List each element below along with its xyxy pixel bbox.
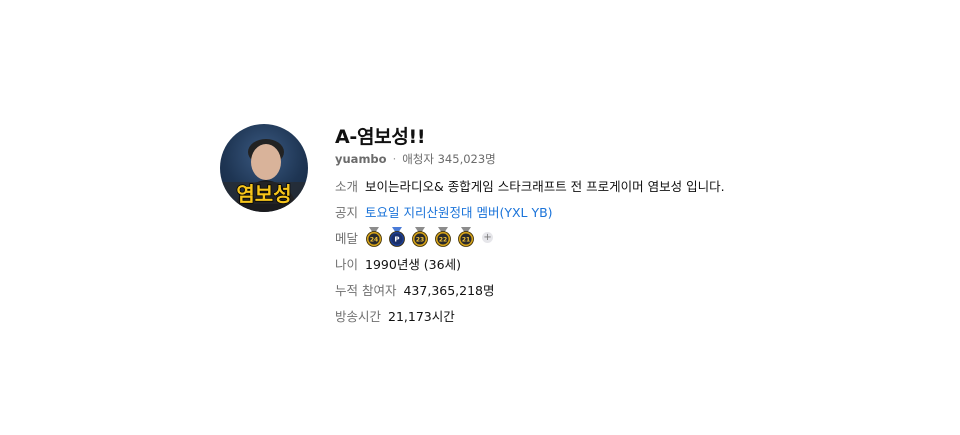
viewers-row: 누적 참여자 437,365,218명: [335, 276, 725, 302]
channel-sub: yuambo · 애청자 345,023명: [335, 151, 725, 167]
fan-count: 애청자 345,023명: [402, 152, 496, 166]
medal-label: 메달: [335, 230, 359, 246]
hours-row: 방송시간 21,173시간: [335, 302, 725, 328]
notice-row: 공지 토요일 지리산원정대 멤버(YXL YB): [335, 198, 725, 224]
age-label: 나이: [335, 256, 359, 272]
intro-row: 소개 보이는라디오& 종합게임 스타크래프트 전 프로게이머 염보성 입니다.: [335, 172, 725, 198]
medal-number: 23: [416, 237, 424, 244]
more-medals-button[interactable]: +: [482, 231, 494, 243]
avatar-text: 염보성: [236, 182, 291, 206]
intro-value: 보이는라디오& 종합게임 스타크래프트 전 프로게이머 염보성 입니다.: [365, 178, 725, 194]
medal-number: 21: [462, 237, 470, 244]
notice-link[interactable]: 토요일 지리산원정대 멤버(YXL YB): [365, 202, 553, 221]
profile-info: A-염보성!! yuambo · 애청자 345,023명 소개 보이는라디오&…: [335, 124, 725, 328]
medal-number: 22: [439, 237, 447, 244]
medal-row: 메달 24 P 23 22 21 +: [335, 224, 725, 250]
separator-dot: ·: [392, 152, 397, 166]
age-value: 1990년생 (36세): [365, 256, 461, 272]
viewers-value: 437,365,218명: [403, 282, 495, 298]
avatar-image: 염보성: [220, 139, 308, 212]
medal-icon[interactable]: 22: [434, 227, 452, 247]
profile-card: 염보성 A-염보성!! yuambo · 애청자 345,023명 소개 보이는…: [220, 124, 725, 328]
medal-icon[interactable]: 24: [365, 227, 383, 247]
profile-details: 소개 보이는라디오& 종합게임 스타크래프트 전 프로게이머 염보성 입니다. …: [335, 172, 725, 328]
avatar[interactable]: 염보성: [220, 124, 308, 212]
medal-list: 24 P 23 22 21 +: [365, 227, 494, 247]
viewers-label: 누적 참여자: [335, 282, 397, 298]
medal-icon[interactable]: P: [388, 227, 406, 247]
age-row: 나이 1990년생 (36세): [335, 250, 725, 276]
notice-label: 공지: [335, 204, 359, 220]
channel-name: A-염보성!!: [335, 126, 426, 148]
hours-value: 21,173시간: [388, 308, 455, 324]
medal-number: P: [394, 236, 399, 244]
medal-number: 24: [370, 237, 378, 244]
medal-icon[interactable]: 21: [457, 227, 475, 247]
intro-label: 소개: [335, 178, 359, 194]
hours-label: 방송시간: [335, 308, 382, 324]
medal-icon[interactable]: 23: [411, 227, 429, 247]
channel-handle[interactable]: yuambo: [335, 151, 387, 167]
